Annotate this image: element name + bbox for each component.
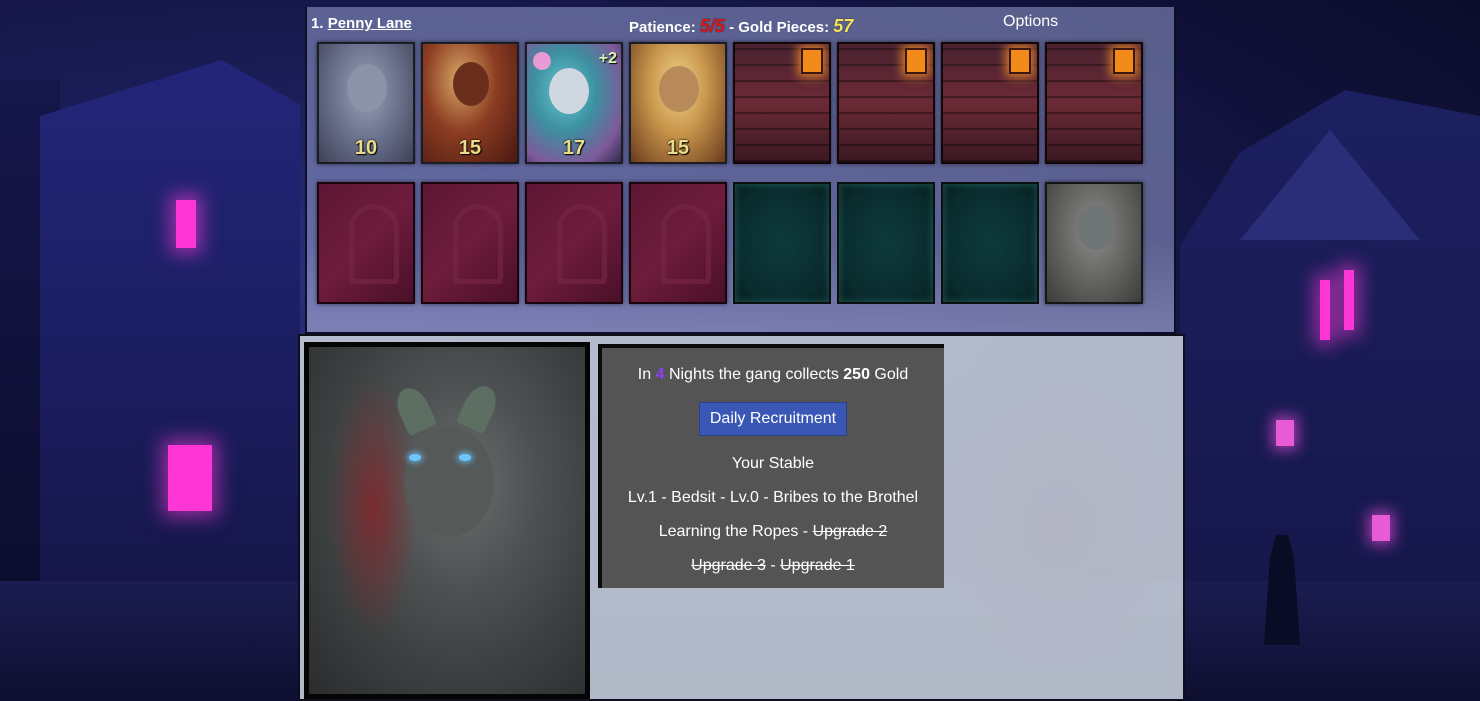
gang-collection-text: In 4 Nights the gang collects 250 Gold	[602, 366, 944, 384]
daily-recruitment-button[interactable]: Daily Recruitment	[699, 402, 847, 436]
girl-card[interactable]: 10	[317, 42, 415, 164]
torch-icon	[905, 48, 927, 74]
empty-teal-slot[interactable]	[733, 182, 831, 304]
location-index: 1.	[311, 15, 324, 32]
gold-label: Gold Pieces:	[738, 19, 830, 36]
card-level: 10	[354, 137, 378, 159]
deck-panel: 1. Penny Lane Patience: 5/5 - Gold Piece…	[305, 7, 1176, 334]
stats-bar: Patience: 5/5 - Gold Pieces: 57	[629, 16, 853, 37]
empty-slot-card[interactable]	[629, 182, 727, 304]
options-button[interactable]: Options	[1003, 13, 1058, 31]
location-title: 1. Penny Lane	[311, 15, 412, 32]
locked-room-card[interactable]	[941, 42, 1039, 164]
glowing-window	[176, 200, 196, 248]
locked-room-card[interactable]	[837, 42, 935, 164]
horn-right	[455, 380, 503, 435]
card-back-emblem	[557, 204, 607, 284]
street-lamp	[1276, 420, 1294, 446]
glowing-window	[1344, 270, 1354, 330]
girl-card[interactable]: 15	[421, 42, 519, 164]
gang-prefix: In	[637, 366, 652, 383]
girl-card[interactable]: +2 17	[525, 42, 623, 164]
locked-room-card[interactable]	[733, 42, 831, 164]
upgrade-line-1: Learning the Ropes - Upgrade 2	[602, 523, 944, 541]
gang-middle: Nights the gang collects	[668, 366, 839, 383]
patience-value: 5/5	[699, 16, 725, 36]
stable-title: Your Stable	[731, 455, 815, 472]
stats-separator: -	[729, 19, 735, 36]
card-back-emblem	[453, 204, 503, 284]
empty-teal-slot[interactable]	[837, 182, 935, 304]
street-lamp	[1372, 515, 1390, 541]
foggy-face	[1077, 206, 1115, 250]
stable-status: Lv.1 - Bedsit - Lv.0 - Bribes to the Bro…	[627, 489, 919, 506]
fog-portrait-card[interactable]	[1045, 182, 1143, 304]
card-level: 15	[666, 137, 690, 159]
hand-row: 10 15 +2 17 15	[317, 42, 1143, 164]
upgrade-1[interactable]: Upgrade 1	[780, 557, 855, 574]
torch-icon	[1113, 48, 1135, 74]
location-link[interactable]: Penny Lane	[328, 15, 412, 32]
torch-icon	[801, 48, 823, 74]
slot-row	[317, 182, 1143, 304]
detail-panel: In 4 Nights the gang collects 250 Gold D…	[298, 334, 1185, 701]
card-level: 15	[458, 137, 482, 159]
card-back-emblem	[661, 204, 711, 284]
upgrade-2[interactable]: Upgrade 2	[813, 523, 888, 540]
eye-right	[459, 454, 471, 461]
glowing-window	[1320, 280, 1330, 340]
patience-label: Patience:	[629, 19, 696, 36]
gang-suffix: Gold	[874, 366, 909, 383]
glowing-window	[168, 445, 212, 511]
card-bonus: +2	[598, 50, 617, 67]
torch-icon	[1009, 48, 1031, 74]
card-level: 17	[562, 137, 586, 159]
locked-room-card[interactable]	[1045, 42, 1143, 164]
background-building-left	[40, 60, 300, 620]
gold-value: 57	[833, 16, 854, 36]
upgrade-line-2: Upgrade 3 - Upgrade 1	[602, 557, 944, 575]
upgrade-3[interactable]: Upgrade 3	[691, 557, 766, 574]
empty-slot-card[interactable]	[421, 182, 519, 304]
empty-slot-card[interactable]	[525, 182, 623, 304]
dash: -	[798, 523, 813, 540]
card-back-emblem	[349, 204, 399, 284]
girl-card[interactable]: 15	[629, 42, 727, 164]
info-box: In 4 Nights the gang collects 250 Gold D…	[598, 344, 944, 588]
learning-ropes-upgrade[interactable]: Learning the Ropes	[659, 523, 799, 540]
foggy-face	[404, 427, 494, 537]
empty-teal-slot[interactable]	[941, 182, 1039, 304]
fog-overlay	[940, 376, 1180, 676]
dash: -	[765, 557, 781, 574]
eye-left	[409, 454, 421, 461]
selected-character-portrait	[304, 342, 590, 699]
empty-slot-card[interactable]	[317, 182, 415, 304]
gang-nights: 4	[655, 366, 665, 383]
gang-gold: 250	[843, 366, 870, 383]
